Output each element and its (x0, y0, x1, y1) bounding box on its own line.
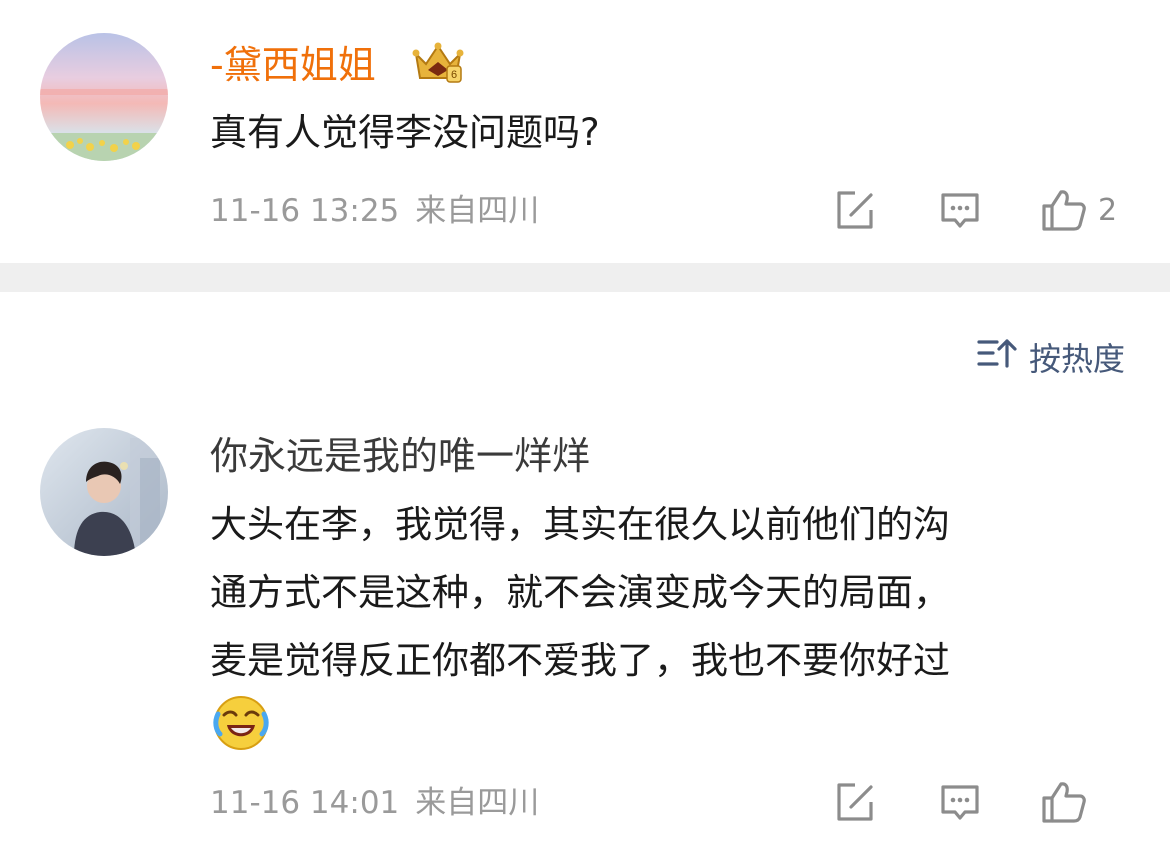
like-button[interactable]: 2 (1040, 186, 1117, 234)
comment1-username-text[interactable]: -黛西姐姐 (210, 43, 376, 87)
thumbs-up-icon (1040, 187, 1088, 233)
forward-icon (833, 188, 877, 232)
thumbs-up-icon (1040, 779, 1088, 825)
comment2-line-1: 大头在李，我觉得，其实在很久以前他们的沟 (210, 503, 950, 546)
comment-button[interactable] (938, 778, 982, 826)
sort-icon (977, 336, 1017, 378)
comment1-text: 真有人觉得李没问题吗? (210, 111, 600, 154)
comment2-location: 来自四川 (415, 785, 540, 821)
comment2-username[interactable]: 你永远是我的唯一烊烊 (210, 433, 590, 479)
comment2-time: 11-16 14:01 (210, 785, 400, 821)
sort-label: 按热度 (1028, 340, 1125, 378)
comment1-meta: 11-16 13:25 来自四川 (210, 191, 539, 231)
comment2-meta: 11-16 14:01 来自四川 (210, 783, 539, 823)
comment1-time: 11-16 13:25 (210, 193, 400, 229)
comment2-line-2: 通方式不是这种，就不会演变成今天的局面， (210, 571, 950, 614)
crown-badge-icon: 6 (410, 40, 466, 90)
comment1-username[interactable]: -黛西姐姐 (210, 42, 376, 88)
comment-button[interactable] (938, 186, 982, 234)
avatar[interactable] (40, 33, 168, 161)
forward-button[interactable] (833, 186, 877, 234)
svg-text:6: 6 (451, 69, 457, 81)
comment-thread: -黛西姐姐 6 真有人觉得李没问题吗? 11-16 13:25 来自四川 2 按… (0, 0, 1170, 850)
comment-icon (938, 188, 982, 232)
like-count: 2 (1098, 192, 1118, 228)
laughing-crying-emoji (212, 694, 270, 756)
forward-button[interactable] (833, 778, 877, 826)
avatar[interactable] (40, 428, 168, 556)
forward-icon (833, 780, 877, 824)
comment-icon (938, 780, 982, 824)
section-divider (0, 263, 1170, 292)
comment1-location: 来自四川 (415, 193, 540, 229)
comment2-line-3: 麦是觉得反正你都不爱我了，我也不要你好过 (210, 639, 950, 682)
sort-by-hot-button[interactable]: 按热度 (977, 334, 1125, 380)
like-button[interactable] (1040, 778, 1088, 826)
